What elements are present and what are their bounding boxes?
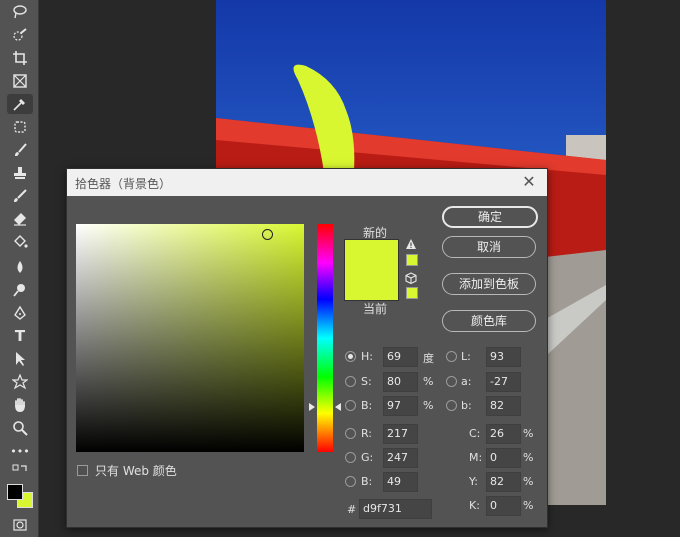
paint-bucket-icon[interactable] — [7, 232, 33, 252]
frame-icon[interactable] — [7, 71, 33, 91]
magenta-unit: % — [523, 451, 534, 464]
radio-lab-l[interactable] — [446, 351, 457, 362]
red-field[interactable]: 217 — [383, 424, 418, 444]
pen-icon[interactable] — [7, 303, 33, 323]
saturation-label: S: — [361, 375, 372, 388]
dodge-icon[interactable] — [7, 280, 33, 300]
blur-icon[interactable] — [7, 257, 33, 277]
quick-select-icon[interactable] — [7, 25, 33, 45]
radio-green[interactable] — [345, 452, 356, 463]
add-to-swatches-button[interactable]: 添加到色板 — [442, 273, 536, 295]
lasso-icon[interactable] — [7, 2, 33, 22]
color-picker-dialog: 拾色器（背景色） ✕ 新的 当前 确定 取消 添加到色板 颜色库 H: 69 度… — [66, 168, 548, 528]
lab-b-field[interactable]: 82 — [486, 396, 521, 416]
web-safe-cube-icon[interactable] — [405, 272, 417, 285]
black-unit: % — [523, 499, 534, 512]
crop-icon[interactable] — [7, 48, 33, 68]
radio-brightness[interactable] — [345, 400, 356, 411]
swap-colors-icon[interactable] — [7, 463, 33, 477]
magenta-label: M: — [469, 451, 483, 464]
radio-saturation[interactable] — [345, 376, 356, 387]
lab-b-label: b: — [461, 399, 472, 412]
saturation-field[interactable]: 80 — [383, 372, 418, 392]
radio-blue[interactable] — [345, 476, 356, 487]
hex-label: # — [347, 503, 357, 516]
lab-l-label: L: — [461, 350, 471, 363]
yellow-unit: % — [523, 475, 534, 488]
ok-button[interactable]: 确定 — [442, 206, 538, 228]
eyedropper-icon[interactable] — [7, 94, 33, 114]
radio-lab-a[interactable] — [446, 376, 457, 387]
hue-slider-right-arrow-icon[interactable] — [335, 403, 341, 411]
blue-label: B: — [361, 475, 373, 488]
dialog-titlebar[interactable]: 拾色器（背景色） ✕ — [67, 169, 547, 196]
radio-red[interactable] — [345, 428, 356, 439]
current-color-label: 当前 — [362, 302, 387, 316]
hex-field[interactable]: d9f731 — [359, 499, 432, 519]
color-picker-marker[interactable] — [262, 229, 273, 240]
path-select-icon[interactable] — [7, 349, 33, 369]
lab-a-label: a: — [461, 375, 472, 388]
hand-icon[interactable] — [7, 395, 33, 415]
history-brush-icon[interactable] — [7, 186, 33, 206]
web-colors-only-checkbox[interactable] — [77, 465, 88, 476]
cyan-unit: % — [523, 427, 534, 440]
eraser-icon[interactable] — [7, 209, 33, 229]
saturation-unit: % — [423, 375, 434, 388]
foreground-color-swatch[interactable] — [7, 484, 23, 500]
radio-hue[interactable] — [345, 351, 356, 362]
saturation-brightness-field[interactable] — [76, 224, 304, 452]
clone-stamp-icon[interactable] — [7, 163, 33, 183]
color-comparison-swatch — [344, 239, 399, 301]
zoom-icon[interactable] — [7, 418, 33, 438]
web-colors-only-label: 只有 Web 颜色 — [95, 464, 177, 478]
hue-field[interactable]: 69 — [383, 347, 418, 367]
brightness-label: B: — [361, 399, 373, 412]
yellow-label: Y: — [469, 475, 478, 488]
more-icon[interactable]: ••• — [7, 442, 33, 462]
green-label: G: — [361, 451, 374, 464]
yellow-field[interactable]: 82 — [486, 472, 521, 492]
gamut-color-chip[interactable] — [406, 254, 418, 266]
blue-field[interactable]: 49 — [383, 472, 418, 492]
lab-a-field[interactable]: -27 — [486, 372, 521, 392]
brightness-field[interactable]: 97 — [383, 396, 418, 416]
color-libraries-button[interactable]: 颜色库 — [442, 310, 536, 332]
radio-lab-b[interactable] — [446, 400, 457, 411]
web-safe-color-chip[interactable] — [406, 287, 418, 299]
lab-l-field[interactable]: 93 — [486, 347, 521, 367]
cyan-field[interactable]: 26 — [486, 424, 521, 444]
type-icon[interactable]: T — [7, 326, 33, 346]
magenta-field[interactable]: 0 — [486, 448, 521, 468]
shape-icon[interactable] — [7, 372, 33, 392]
current-color-swatch[interactable] — [345, 270, 398, 300]
new-color-swatch — [345, 240, 398, 270]
red-label: R: — [361, 427, 373, 440]
spot-healing-icon[interactable] — [7, 117, 33, 137]
cancel-button[interactable]: 取消 — [442, 236, 536, 258]
brush-icon[interactable] — [7, 140, 33, 160]
hue-label: H: — [361, 350, 373, 363]
hue-slider-left-arrow-icon[interactable] — [309, 403, 315, 411]
tools-panel: T ••• — [0, 0, 39, 537]
hue-unit: 度 — [423, 352, 434, 365]
green-field[interactable]: 247 — [383, 448, 418, 468]
out-of-gamut-warning-icon[interactable] — [405, 238, 417, 250]
dialog-title: 拾色器（背景色） — [75, 177, 172, 191]
black-label: K: — [469, 499, 480, 512]
cyan-label: C: — [469, 427, 481, 440]
brightness-unit: % — [423, 399, 434, 412]
hue-slider[interactable] — [317, 224, 333, 452]
quick-mask-icon[interactable] — [7, 515, 33, 535]
close-icon[interactable]: ✕ — [521, 172, 537, 191]
black-field[interactable]: 0 — [486, 496, 521, 516]
